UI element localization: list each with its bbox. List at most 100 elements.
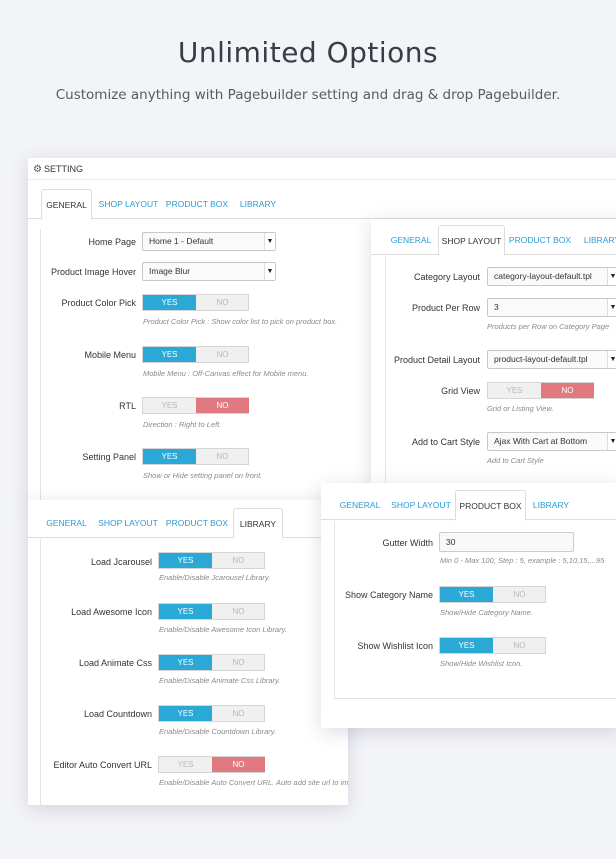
toggle-no[interactable]: NO (493, 587, 546, 602)
load-animate-css-label: Load Animate Css (78, 658, 152, 668)
toggle-no[interactable]: NO (196, 347, 249, 362)
product-per-row-value: 3 (494, 302, 499, 312)
toggle-no[interactable]: NO (196, 398, 249, 413)
toggle-yes[interactable]: YES (159, 655, 212, 670)
grid-view-toggle[interactable]: YES NO (487, 382, 594, 399)
toggle-no[interactable]: NO (493, 638, 546, 653)
toggle-yes[interactable]: YES (159, 553, 212, 568)
setting-panel-label: Setting Panel (82, 452, 136, 462)
tab-general[interactable]: GENERAL (335, 490, 385, 521)
tab-bar: GENERAL SHOP LAYOUT PRODUCT BOX LIBRARY (321, 490, 616, 521)
toggle-yes[interactable]: YES (159, 706, 212, 721)
toggle-no[interactable]: NO (196, 295, 249, 310)
home-page-select[interactable]: Home 1 - Default ▼ (142, 232, 276, 251)
tab-library[interactable]: LIBRARY (233, 189, 283, 220)
toggle-no[interactable]: NO (212, 655, 265, 670)
shop-layout-form: Category Layout category-layout-default.… (385, 256, 616, 487)
show-category-name-label: Show Category Name (344, 590, 433, 600)
tab-shop-layout[interactable]: SHOP LAYOUT (96, 189, 161, 220)
load-animate-css-help: Enable/Disable Animate Css Library. (159, 676, 281, 685)
toggle-no[interactable]: NO (212, 604, 265, 619)
setting-panel-toggle[interactable]: YES NO (142, 448, 249, 465)
show-category-name-toggle[interactable]: YES NO (439, 586, 546, 603)
toggle-yes[interactable]: YES (143, 398, 196, 413)
tab-bar: GENERAL SHOP LAYOUT PRODUCT BOX LIBRARY (28, 189, 616, 220)
toggle-no[interactable]: NO (212, 706, 265, 721)
setting-panel-library: GENERAL SHOP LAYOUT PRODUCT BOX LIBRARY … (28, 500, 348, 805)
category-layout-value: category-layout-default.tpl (494, 271, 592, 281)
setting-panel-help: Show or Hide setting panel on front. (143, 471, 263, 480)
load-jcarousel-toggle[interactable]: YES NO (158, 552, 265, 569)
mobile-menu-toggle[interactable]: YES NO (142, 346, 249, 363)
product-box-form: Gutter Width 30 Min 0 - Max 100, Step : … (334, 521, 616, 699)
tab-general[interactable]: GENERAL (41, 508, 92, 539)
product-color-pick-help: Product Color Pick : Show color list to … (143, 317, 338, 326)
tab-product-box[interactable]: PRODUCT BOX (165, 189, 229, 220)
load-awesome-icon-help: Enable/Disable Awesome Icon Library. (159, 625, 287, 634)
tab-bar: GENERAL SHOP LAYOUT PRODUCT BOX LIBRARY (28, 508, 348, 539)
category-layout-select[interactable]: category-layout-default.tpl ▼ (487, 267, 616, 286)
chevron-down-icon: ▼ (264, 233, 275, 250)
tab-library[interactable]: LIBRARY (528, 490, 574, 521)
product-per-row-help: Products per Row on Category Page (487, 322, 610, 331)
tab-general[interactable]: GENERAL (385, 225, 437, 256)
load-jcarousel-help: Enable/Disable Jcarousel Library. (159, 573, 271, 582)
product-per-row-label: Product Per Row (411, 303, 480, 313)
tab-general[interactable]: GENERAL (41, 189, 92, 220)
show-wishlist-icon-toggle[interactable]: YES NO (439, 637, 546, 654)
toggle-yes[interactable]: YES (488, 383, 541, 398)
product-detail-layout-value: product-layout-default.tpl (494, 354, 588, 364)
gutter-width-help: Min 0 - Max 100, Step : 5, example : 5,1… (440, 556, 605, 565)
add-to-cart-style-help: Add to Cart Style (487, 456, 544, 465)
gutter-width-label: Gutter Width (382, 538, 433, 548)
hero-subtitle: Customize anything with Pagebuilder sett… (55, 87, 561, 103)
grid-view-help: Grid or Listing View. (487, 404, 554, 413)
toggle-no[interactable]: NO (541, 383, 594, 398)
rtl-help: Direction : Right to Left. (143, 420, 222, 429)
toggle-yes[interactable]: YES (159, 604, 212, 619)
toggle-no[interactable]: NO (212, 553, 265, 568)
load-awesome-icon-toggle[interactable]: YES NO (158, 603, 265, 620)
toggle-no[interactable]: NO (212, 757, 265, 772)
load-countdown-toggle[interactable]: YES NO (158, 705, 265, 722)
toggle-yes[interactable]: YES (159, 757, 212, 772)
add-to-cart-style-value: Ajax With Cart at Bottom (494, 436, 588, 446)
home-page-label: Home Page (88, 237, 136, 247)
toggle-no[interactable]: NO (196, 449, 249, 464)
show-category-name-help: Show/Hide Category Name. (440, 608, 533, 617)
product-detail-layout-label: Product Detail Layout (393, 355, 480, 365)
gutter-width-input[interactable]: 30 (439, 532, 574, 552)
tab-shop-layout[interactable]: SHOP LAYOUT (389, 490, 453, 521)
editor-auto-convert-url-toggle[interactable]: YES NO (158, 756, 265, 773)
product-color-pick-toggle[interactable]: YES NO (142, 294, 249, 311)
hero-title: Unlimited Options (177, 36, 439, 69)
tab-product-box[interactable]: PRODUCT BOX (165, 508, 229, 539)
show-wishlist-icon-label: Show Wishlist Icon (357, 641, 433, 651)
load-awesome-icon-label: Load Awesome Icon (71, 607, 152, 617)
toggle-yes[interactable]: YES (440, 638, 493, 653)
chevron-down-icon: ▼ (607, 299, 616, 316)
product-per-row-select[interactable]: 3 ▼ (487, 298, 616, 317)
product-color-pick-label: Product Color Pick (61, 298, 136, 308)
product-detail-layout-select[interactable]: product-layout-default.tpl ▼ (487, 350, 616, 369)
tab-library[interactable]: LIBRARY (233, 508, 283, 539)
load-animate-css-toggle[interactable]: YES NO (158, 654, 265, 671)
tab-product-box[interactable]: PRODUCT BOX (455, 490, 526, 521)
setting-panel-shop-layout: GENERAL SHOP LAYOUT PRODUCT BOX LIBRARY … (371, 219, 616, 487)
load-countdown-help: Enable/Disable Countdown Library. (159, 727, 277, 736)
editor-auto-convert-url-help: Enable/Disable Auto Convert URL. Auto ad… (159, 778, 348, 787)
tab-product-box[interactable]: PRODUCT BOX (508, 225, 572, 256)
toggle-yes[interactable]: YES (143, 449, 196, 464)
setting-header-label: SETTING (43, 164, 83, 174)
tab-shop-layout[interactable]: SHOP LAYOUT (96, 508, 160, 539)
load-jcarousel-label: Load Jcarousel (90, 557, 152, 567)
toggle-yes[interactable]: YES (143, 295, 196, 310)
home-page-value: Home 1 - Default (149, 236, 214, 246)
tab-library[interactable]: LIBRARY (576, 225, 616, 256)
tab-shop-layout[interactable]: SHOP LAYOUT (438, 225, 505, 256)
product-image-hover-select[interactable]: Image Blur ▼ (142, 262, 276, 281)
toggle-yes[interactable]: YES (143, 347, 196, 362)
add-to-cart-style-select[interactable]: Ajax With Cart at Bottom ▼ (487, 432, 616, 451)
rtl-toggle[interactable]: YES NO (142, 397, 249, 414)
toggle-yes[interactable]: YES (440, 587, 493, 602)
